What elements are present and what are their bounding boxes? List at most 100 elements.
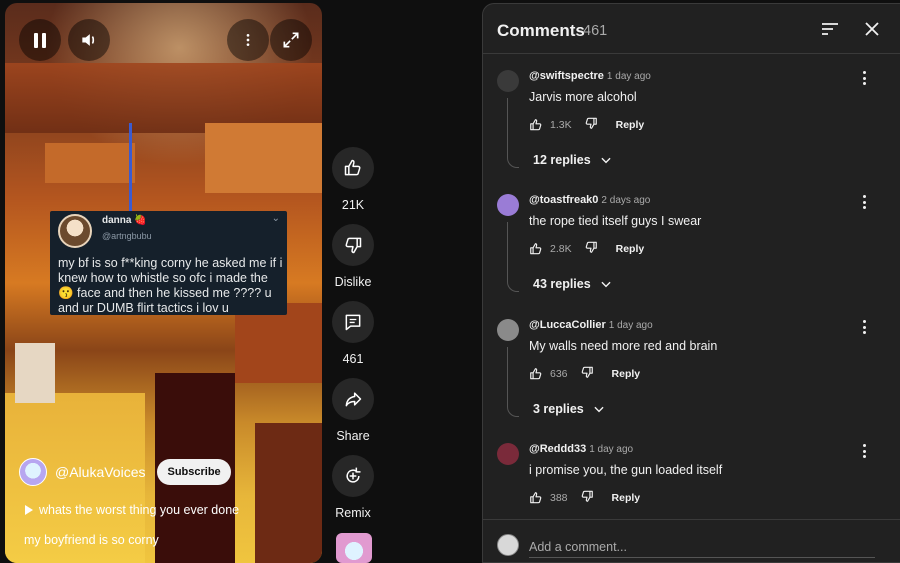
thread-connector <box>507 222 519 292</box>
comment-author[interactable]: @toastfreak0 2 days ago <box>529 194 650 206</box>
thumbs-up-icon <box>530 118 542 130</box>
comment-text: My walls need more red and brain <box>529 339 718 353</box>
remix-label: Remix <box>335 506 371 520</box>
scene-block <box>205 123 322 193</box>
comment-author[interactable]: @swiftspectre 1 day ago <box>529 70 651 82</box>
pause-button[interactable] <box>19 19 61 61</box>
share-icon <box>345 392 362 407</box>
like-button[interactable] <box>332 147 374 189</box>
chevron-down-icon <box>601 281 611 288</box>
thread-connector <box>507 347 519 417</box>
view-replies-button[interactable]: 12 replies <box>533 153 613 167</box>
dislike-button[interactable] <box>332 224 374 266</box>
channel-name[interactable]: @AlukaVoices <box>55 464 145 480</box>
comment-reply-button[interactable]: Reply <box>616 243 645 255</box>
comment-like-button[interactable]: 2.8K <box>529 242 572 256</box>
share-label: Share <box>336 429 370 443</box>
replies-count: 43 replies <box>533 277 591 291</box>
comment-text: the rope tied itself guys I swear <box>529 214 702 228</box>
comment-like-button[interactable]: 388 <box>529 491 568 505</box>
tweet-name: danna 🍓 <box>102 215 147 226</box>
volume-button[interactable] <box>68 19 110 61</box>
comment-dislike-button[interactable] <box>580 365 594 382</box>
thumbs-up-icon <box>530 367 542 379</box>
like-action: 21K <box>330 147 376 212</box>
share-action: Share <box>330 378 376 443</box>
thumbs-up-icon <box>530 242 542 254</box>
share-button[interactable] <box>332 378 374 420</box>
comment-time: 1 day ago <box>606 71 651 82</box>
comments-header: Comments 461 <box>483 4 900 54</box>
comment-more-icon[interactable] <box>857 443 871 459</box>
scene-block <box>255 423 322 563</box>
comment-reply-button[interactable]: Reply <box>612 492 641 504</box>
comment-like-count: 636 <box>550 367 568 380</box>
shorts-page: danna 🍓 @artngbubu ⌄ my bf is so f**king… <box>0 0 900 563</box>
comments-panel: Comments 461 @swiftspectre 1 day ago Jarv… <box>482 3 900 563</box>
caption-text: whats the worst thing you ever done <box>39 503 240 517</box>
play-icon <box>25 505 33 515</box>
comment-icon <box>345 314 361 331</box>
commenter-avatar[interactable] <box>497 70 519 92</box>
sort-icon[interactable] <box>820 21 840 37</box>
thumbs-down-icon <box>585 241 597 253</box>
thumbs-down-icon <box>585 117 597 129</box>
comment-more-icon[interactable] <box>857 319 871 335</box>
thumbs-down-icon <box>345 237 362 254</box>
fullscreen-button[interactable] <box>270 19 312 61</box>
comment-reply-button[interactable]: Reply <box>612 368 641 380</box>
add-comment-bar <box>483 519 900 562</box>
chevron-down-icon <box>601 157 611 164</box>
comment-dislike-button[interactable] <box>584 240 598 257</box>
comment-author[interactable]: @LuccaCollier 1 day ago <box>529 319 653 331</box>
like-count: 21K <box>341 198 365 212</box>
subscribe-button[interactable]: Subscribe <box>157 459 231 485</box>
view-replies-button[interactable]: 43 replies <box>533 277 613 291</box>
comment-author[interactable]: @Reddd33 1 day ago <box>529 443 633 455</box>
comment-reply-button[interactable]: Reply <box>616 119 645 131</box>
comment-like-count: 388 <box>550 491 568 504</box>
volume-icon <box>82 34 95 46</box>
commenter-avatar[interactable] <box>497 443 519 465</box>
thumbs-up-icon <box>530 491 542 503</box>
commenter-avatar[interactable] <box>497 194 519 216</box>
comment-more-icon[interactable] <box>857 70 871 86</box>
comment-dislike-button[interactable] <box>584 116 598 133</box>
short-video-player[interactable]: danna 🍓 @artngbubu ⌄ my bf is so f**king… <box>5 3 322 563</box>
view-replies-button[interactable]: 3 replies <box>533 402 606 416</box>
comment-time: 1 day ago <box>589 444 634 455</box>
comments-count: 461 <box>342 352 364 366</box>
comment-like-button[interactable]: 1.3K <box>529 118 572 132</box>
comment-like-count: 2.8K <box>550 242 572 255</box>
replies-count: 12 replies <box>533 153 591 167</box>
remix-button[interactable] <box>332 455 374 497</box>
tweet-handle: @artngbubu <box>102 231 152 241</box>
chevron-down-icon <box>594 406 604 413</box>
add-comment-input[interactable] <box>529 536 875 558</box>
scene-rope <box>129 123 132 213</box>
comment-more-icon[interactable] <box>857 194 871 210</box>
comment-actions: 636 Reply <box>529 365 640 382</box>
more-options-button[interactable] <box>227 19 269 61</box>
comment-like-count: 1.3K <box>550 118 572 131</box>
tweet-avatar <box>58 214 92 248</box>
thread-connector <box>507 98 519 168</box>
close-icon[interactable] <box>864 21 880 37</box>
channel-avatar[interactable] <box>19 458 47 486</box>
remix-icon <box>346 467 361 483</box>
comment-actions: 1.3K Reply <box>529 116 644 133</box>
thumbs-up-icon <box>344 159 361 176</box>
comment-actions: 2.8K Reply <box>529 240 644 257</box>
comment-like-button[interactable]: 636 <box>529 367 568 381</box>
thumbs-down-icon <box>581 366 593 378</box>
thumbs-down-icon <box>581 490 593 502</box>
linked-video-caption[interactable]: whats the worst thing you ever done <box>25 503 239 517</box>
dislike-action: Dislike <box>330 224 376 289</box>
video-title[interactable]: my boyfriend is so corny <box>24 533 159 547</box>
comments-count-label: 461 <box>583 23 608 39</box>
comment-dislike-button[interactable] <box>580 489 594 506</box>
commenter-avatar[interactable] <box>497 319 519 341</box>
comment-time: 2 days ago <box>601 195 651 206</box>
comments-button[interactable] <box>332 301 374 343</box>
remix-thumbnail[interactable] <box>336 533 372 563</box>
